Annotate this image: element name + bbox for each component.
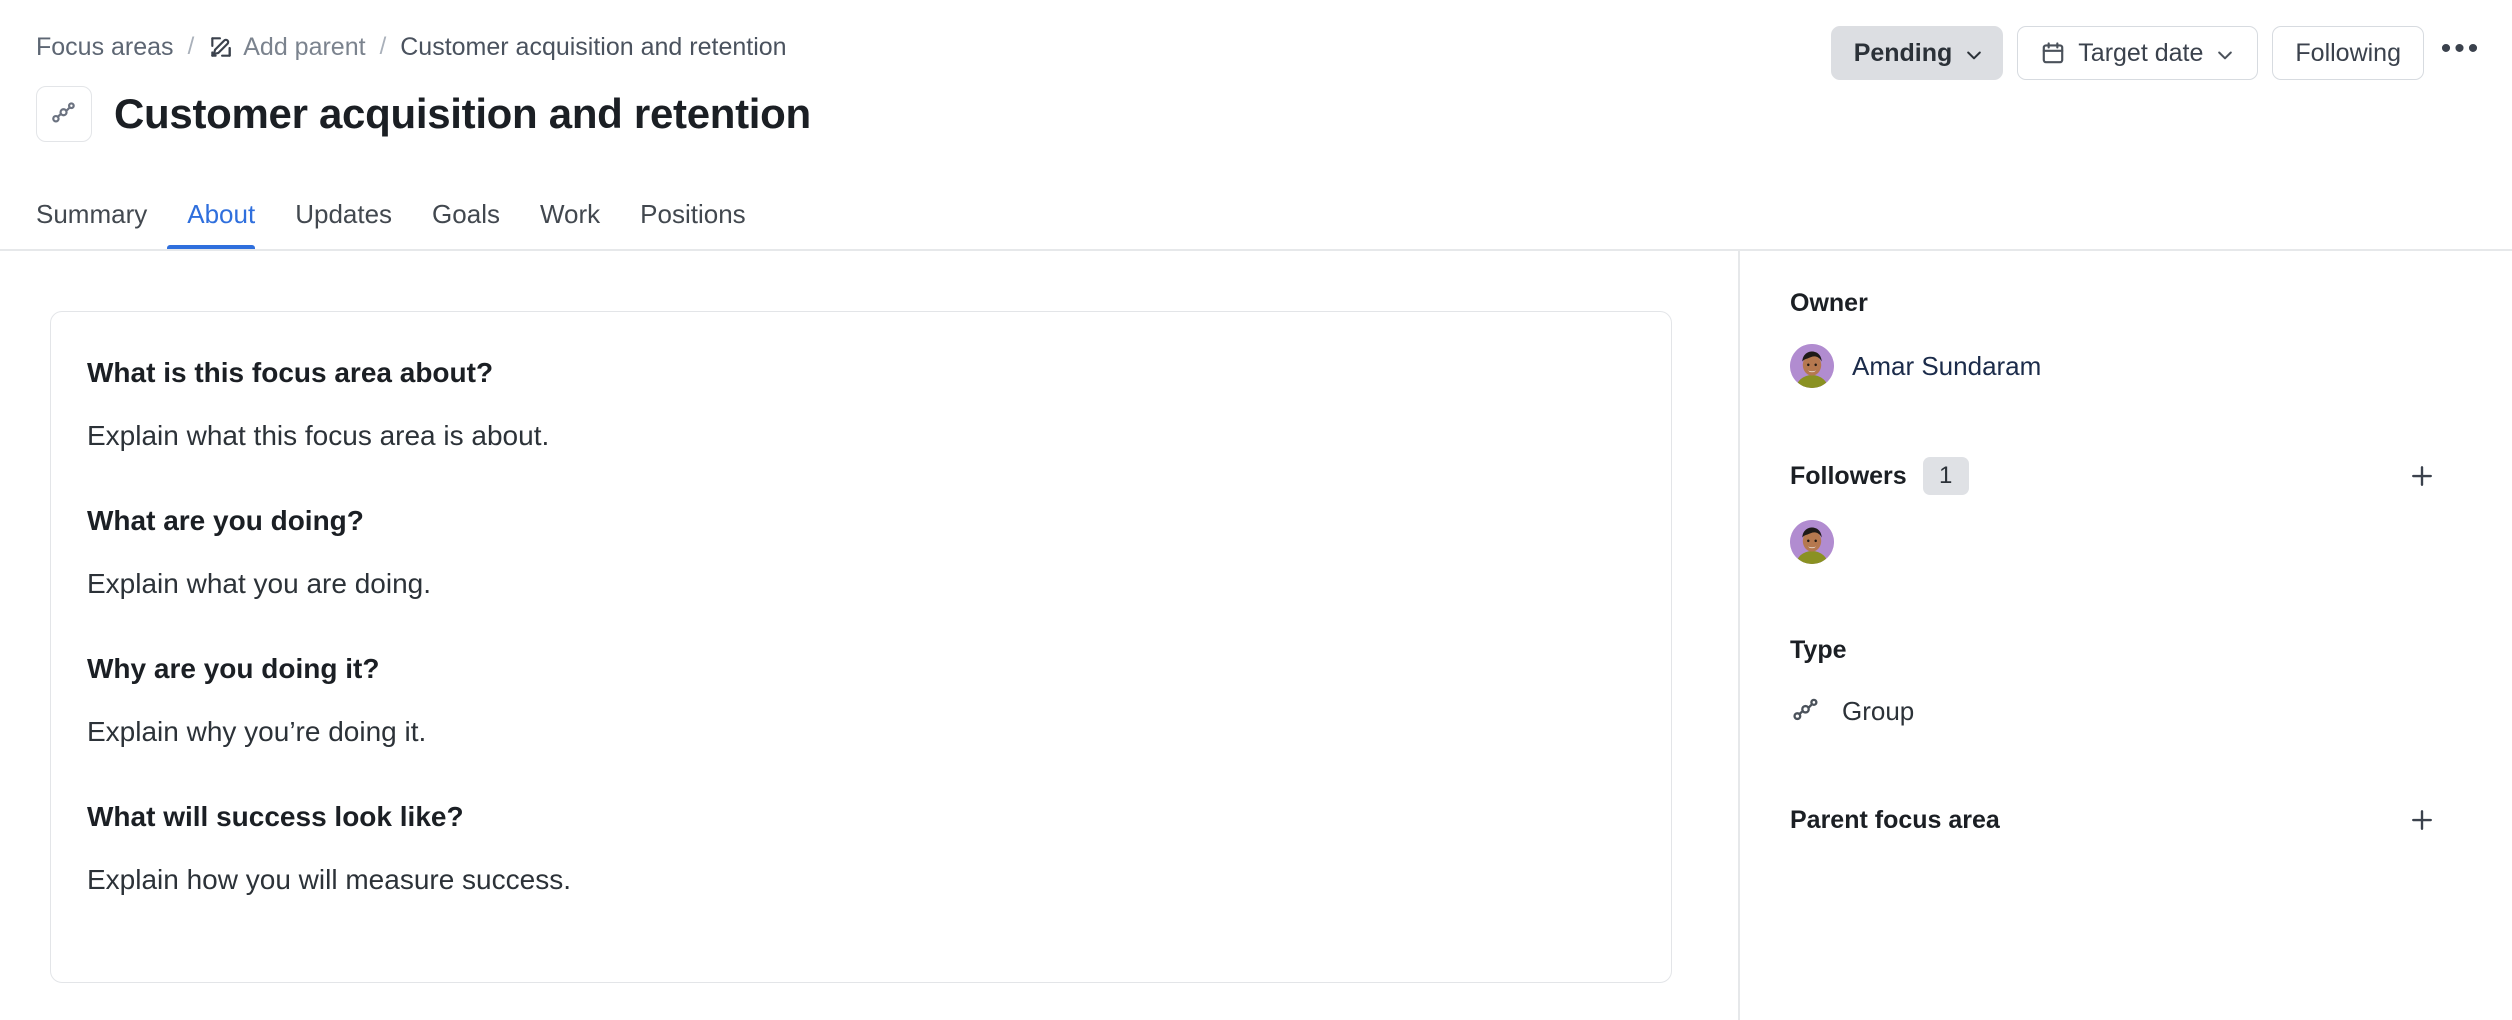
tab-updates[interactable]: Updates: [275, 199, 412, 250]
more-options-button[interactable]: •••: [2438, 30, 2484, 76]
about-answer[interactable]: Explain why you’re doing it.: [87, 714, 1635, 750]
breadcrumb-add-parent-label: Add parent: [243, 32, 366, 61]
details-sidebar: Owner Amar Sundaram Followers 1 Type Gro…: [1790, 251, 2490, 1020]
add-follower-button[interactable]: [2402, 456, 2442, 496]
about-content-card: What is this focus area about? Explain w…: [50, 311, 1672, 983]
chevron-down-icon: [2215, 43, 2235, 63]
sidebar-section-followers: Followers 1: [1790, 456, 2490, 564]
about-block-1: What is this focus area about? Explain w…: [87, 356, 1635, 454]
breadcrumb-separator-2: /: [379, 33, 387, 60]
owner-label: Owner: [1790, 289, 1868, 317]
followers-avatar-list: [1790, 520, 2490, 564]
about-heading: Why are you doing it?: [87, 652, 380, 684]
followers-label: Followers: [1790, 461, 1907, 490]
avatar: [1790, 344, 1834, 388]
followers-label-row: Followers 1: [1790, 456, 2490, 496]
type-label: Type: [1790, 636, 1847, 664]
calendar-icon: [2040, 40, 2066, 66]
owner-name: Amar Sundaram: [1852, 350, 2042, 381]
breadcrumb-separator-1: /: [187, 33, 195, 60]
about-answer[interactable]: Explain how you will measure success.: [87, 862, 1635, 898]
tab-about[interactable]: About: [167, 199, 275, 250]
owner-chip[interactable]: Amar Sundaram: [1790, 344, 2041, 388]
tab-positions[interactable]: Positions: [620, 199, 766, 250]
plus-icon: [2407, 805, 2437, 835]
owner-label-row: Owner: [1790, 289, 2490, 318]
focus-area-about-page: Focus areas / Add parent / Customer acqu…: [0, 0, 2512, 1020]
sidebar-section-type: Type Group: [1790, 636, 2490, 730]
following-label: Following: [2295, 38, 2401, 67]
content-sidebar-divider: [1738, 251, 1740, 1020]
pencil-square-icon: [208, 34, 234, 60]
avatar[interactable]: [1790, 520, 1834, 564]
page-title: Customer acquisition and retention: [114, 89, 811, 137]
breadcrumb-current-item: Customer acquisition and retention: [400, 32, 787, 61]
body-area: What is this focus area about? Explain w…: [0, 251, 2512, 1020]
target-date-label: Target date: [2078, 38, 2204, 67]
about-answer[interactable]: Explain what this focus area is about.: [87, 418, 1635, 454]
about-block-2: What are you doing? Explain what you are…: [87, 504, 1635, 602]
about-block-4: What will success look like? Explain how…: [87, 800, 1635, 898]
group-nodes-icon: [49, 97, 79, 132]
following-button[interactable]: Following: [2272, 26, 2424, 80]
sidebar-section-parent-focus-area: Parent focus area: [1790, 800, 2490, 840]
about-heading: What will success look like?: [87, 800, 464, 832]
chevron-down-icon: [1964, 43, 1984, 63]
breadcrumb: Focus areas / Add parent / Customer acqu…: [36, 34, 787, 60]
sidebar-section-owner: Owner Amar Sundaram: [1790, 289, 2490, 388]
add-parent-focus-area-button[interactable]: [2402, 800, 2442, 840]
type-value-row: Group: [1790, 693, 2490, 730]
tab-work[interactable]: Work: [520, 199, 620, 250]
breadcrumb-add-parent-button[interactable]: Add parent: [208, 32, 366, 61]
title-row: Customer acquisition and retention: [36, 86, 811, 142]
about-block-3: Why are you doing it? Explain why you’re…: [87, 652, 1635, 750]
tab-summary[interactable]: Summary: [36, 199, 167, 250]
focus-area-type-badge: [36, 86, 92, 142]
followers-count-badge: 1: [1922, 457, 1969, 495]
about-heading: What are you doing?: [87, 504, 364, 536]
parent-focus-area-label: Parent focus area: [1790, 805, 2000, 834]
tab-goals[interactable]: Goals: [412, 199, 520, 250]
parent-focus-area-label-row: Parent focus area: [1790, 800, 2490, 840]
breadcrumb-focus-areas-link[interactable]: Focus areas: [36, 34, 174, 60]
tab-bar: Summary About Updates Goals Work Positio…: [36, 188, 766, 250]
about-answer[interactable]: Explain what you are doing.: [87, 566, 1635, 602]
about-heading: What is this focus area about?: [87, 357, 494, 388]
status-label: Pending: [1853, 38, 1953, 67]
status-dropdown-button[interactable]: Pending: [1830, 26, 2004, 80]
type-label-row: Type: [1790, 636, 2490, 665]
target-date-button[interactable]: Target date: [2017, 26, 2259, 80]
group-nodes-icon: [1790, 693, 1822, 730]
header-actions: Pending Target date Following •••: [1830, 26, 2484, 80]
type-value: Group: [1842, 696, 1915, 726]
plus-icon: [2407, 461, 2437, 491]
